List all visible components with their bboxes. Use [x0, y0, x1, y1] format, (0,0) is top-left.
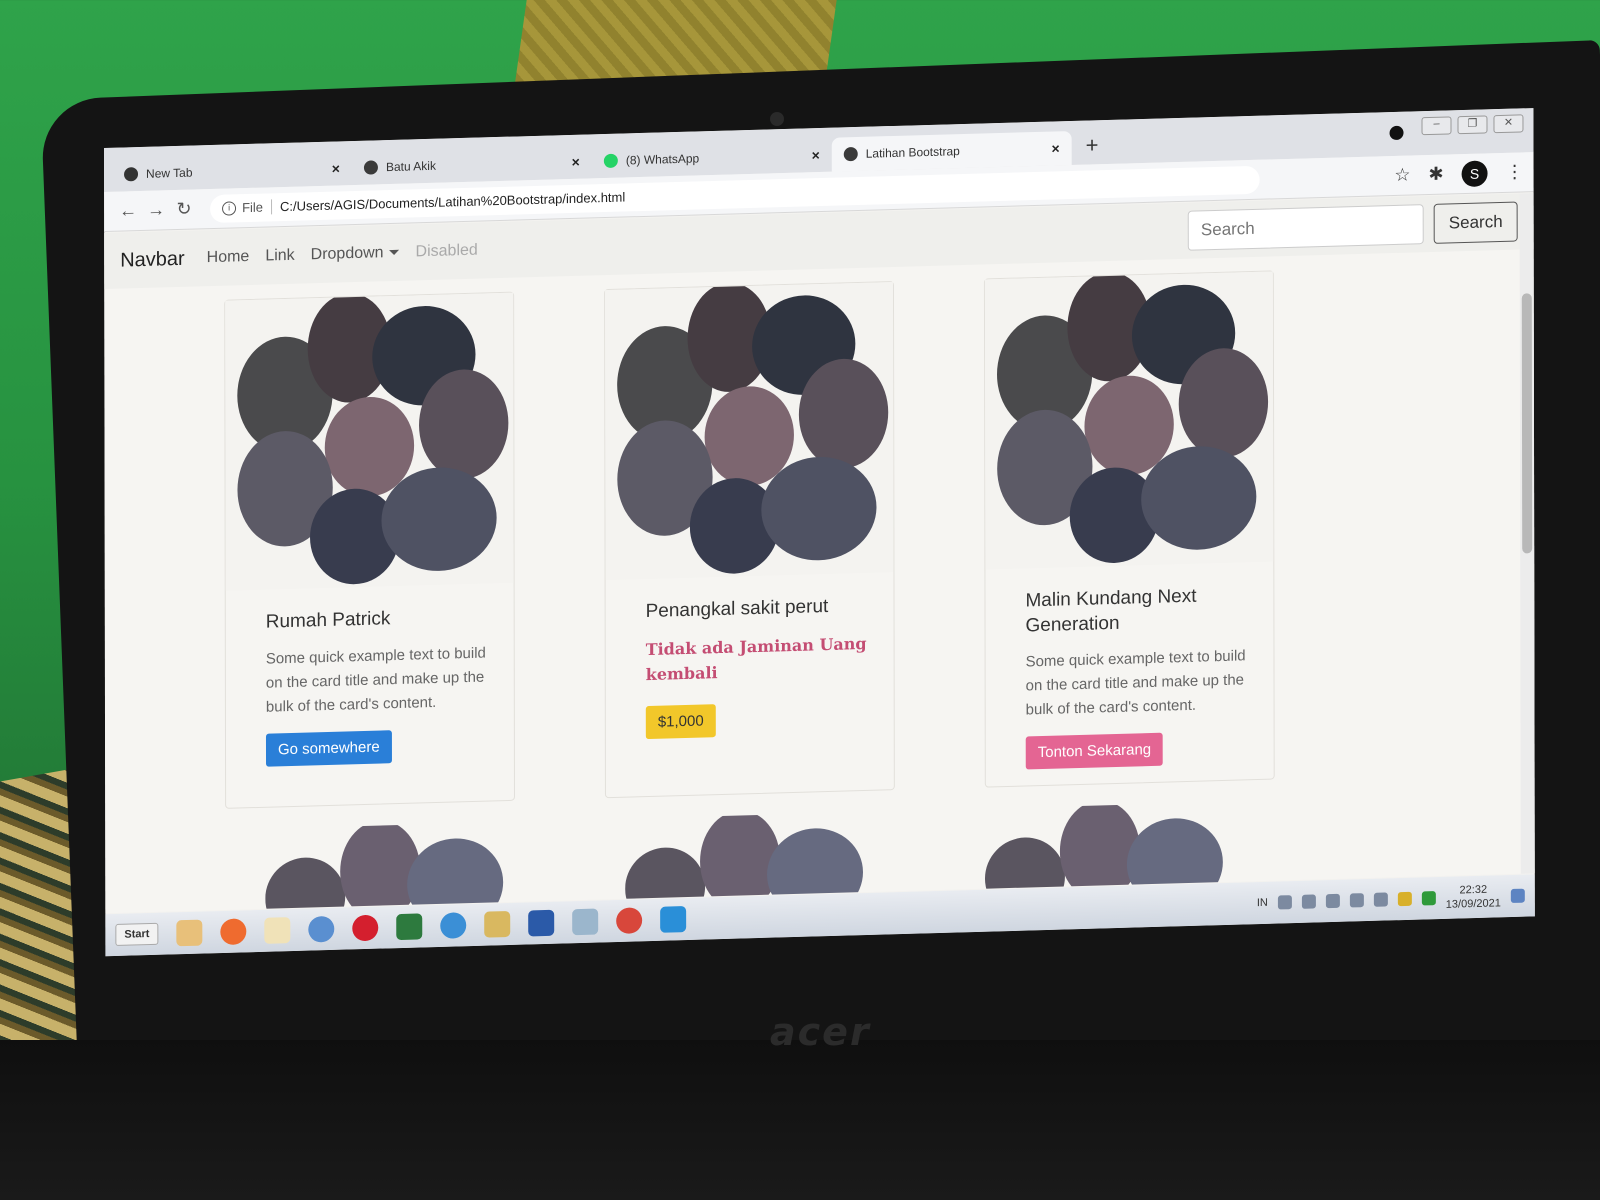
new-tab-button[interactable]: +: [1086, 132, 1099, 158]
nav-link-disabled: Disabled: [415, 241, 478, 261]
card-body: Rumah Patrick Some quick example text to…: [226, 588, 514, 784]
card-title: Malin Kundang Next Generation: [1025, 585, 1197, 637]
start-button[interactable]: Start: [115, 922, 159, 946]
card-body: Penangkal sakit perut Tidak ada Jaminan …: [606, 577, 894, 756]
scrollbar[interactable]: [1519, 193, 1535, 874]
webcam: [770, 112, 784, 126]
signal-icon[interactable]: [1373, 892, 1388, 907]
battery-icon[interactable]: [1349, 893, 1364, 908]
maximize-button[interactable]: ❐: [1457, 115, 1488, 135]
show-desktop-icon[interactable]: [1510, 888, 1525, 904]
internet-explorer-icon[interactable]: [440, 912, 467, 939]
card-title: Penangkal sakit perut: [645, 595, 829, 623]
web-page: Navbar Home Link Dropdown Disabled Searc…: [104, 193, 1535, 914]
chrome-icon: [124, 167, 139, 182]
media-player-icon[interactable]: [176, 919, 203, 947]
toolbar-right: ☆ ✱ S ⋮: [1394, 159, 1524, 189]
card-text: Some quick example text to build on the …: [1025, 647, 1246, 719]
stones-image: [225, 292, 514, 591]
card-title: Rumah Patrick: [265, 608, 391, 633]
file-explorer-icon[interactable]: [484, 910, 511, 938]
card: Rumah Patrick Some quick example text to…: [224, 291, 516, 810]
stones-image: [625, 812, 864, 899]
sync-icon[interactable]: [1325, 893, 1340, 909]
laptop-screen: New Tab × Batu Akik × (8) WhatsApp × Lat…: [104, 108, 1535, 957]
card-text: Some quick example text to build on the …: [265, 644, 486, 716]
shield-icon[interactable]: [1389, 125, 1404, 141]
stones-image: [605, 282, 894, 581]
url-scheme: File: [242, 199, 273, 216]
clock[interactable]: 22:32 13/09/2021: [1446, 882, 1501, 912]
navbar-brand[interactable]: Navbar: [120, 247, 184, 272]
stones-image: [984, 801, 1223, 889]
chrome-icon[interactable]: [308, 915, 335, 943]
firefox-icon[interactable]: [220, 918, 247, 946]
network-icon[interactable]: [1277, 895, 1292, 910]
card-subtitle: Tidak ada Jaminan Uang kembali: [645, 633, 867, 685]
more-menu-icon[interactable]: ⋮: [1506, 161, 1524, 183]
word-icon[interactable]: [528, 909, 555, 937]
star-icon[interactable]: ☆: [1394, 165, 1410, 186]
caret-down-icon: [389, 250, 400, 256]
url-text: C:/Users/AGIS/Documents/Latihan%20Bootst…: [279, 189, 626, 215]
clock-date: 13/09/2021: [1445, 897, 1501, 911]
card-body: Malin Kundang Next Generation Some quick…: [985, 567, 1273, 787]
globe-icon: [843, 146, 858, 162]
volume-icon[interactable]: [1301, 894, 1316, 909]
excel-icon[interactable]: [396, 913, 423, 941]
nav-link-home[interactable]: Home: [207, 248, 250, 267]
forward-icon[interactable]: →: [142, 199, 170, 221]
card-row: Rumah Patrick Some quick example text to…: [224, 268, 1344, 810]
close-window-button[interactable]: ✕: [1493, 114, 1524, 134]
notepad-icon[interactable]: [572, 908, 599, 936]
antivirus-icon[interactable]: [1397, 891, 1412, 907]
close-icon[interactable]: ×: [1051, 140, 1059, 156]
warning-icon[interactable]: [1421, 891, 1436, 906]
chrome-app-icon[interactable]: [616, 907, 643, 935]
stones-image: [984, 271, 1274, 570]
back-icon[interactable]: ←: [114, 200, 142, 222]
scrollbar-thumb[interactable]: [1521, 293, 1533, 554]
search-button[interactable]: Search: [1433, 201, 1518, 244]
window-controls: – ❐ ✕: [1421, 114, 1524, 136]
close-icon[interactable]: ×: [572, 154, 580, 170]
system-tray: IN 22:32 13/09/2021: [1257, 881, 1525, 917]
close-icon[interactable]: ×: [332, 160, 340, 176]
tonton-sekarang-button[interactable]: Tonton Sekarang: [1025, 733, 1164, 770]
reload-icon[interactable]: ↻: [170, 198, 198, 220]
vscode-icon[interactable]: [660, 906, 687, 933]
card: Penangkal sakit perut Tidak ada Jaminan …: [604, 280, 895, 799]
language-indicator[interactable]: IN: [1257, 897, 1268, 909]
nav-dropdown[interactable]: Dropdown: [311, 244, 400, 264]
opera-icon[interactable]: [352, 914, 379, 942]
puzzle-icon[interactable]: ✱: [1428, 164, 1443, 185]
card: Malin Kundang Next Generation Some quick…: [983, 270, 1275, 789]
profile-avatar[interactable]: S: [1461, 159, 1488, 187]
close-icon[interactable]: ×: [812, 147, 820, 163]
laptop-base: [0, 1040, 1600, 1200]
clock-time: 22:32: [1459, 883, 1488, 897]
search-form: Search: [1187, 201, 1518, 251]
info-icon[interactable]: i: [222, 200, 237, 216]
stones-image: [265, 822, 504, 909]
nav-dropdown-label: Dropdown: [310, 244, 384, 264]
laptop-brand-logo: acer: [770, 1010, 871, 1054]
go-somewhere-button[interactable]: Go somewhere: [265, 729, 392, 767]
folder-icon[interactable]: [264, 917, 291, 944]
search-input[interactable]: [1187, 204, 1424, 251]
globe-icon: [363, 160, 378, 175]
minimize-button[interactable]: –: [1421, 116, 1452, 136]
price-button[interactable]: $1,000: [645, 704, 716, 739]
nav-link-link[interactable]: Link: [265, 247, 294, 266]
whatsapp-icon: [603, 153, 618, 169]
